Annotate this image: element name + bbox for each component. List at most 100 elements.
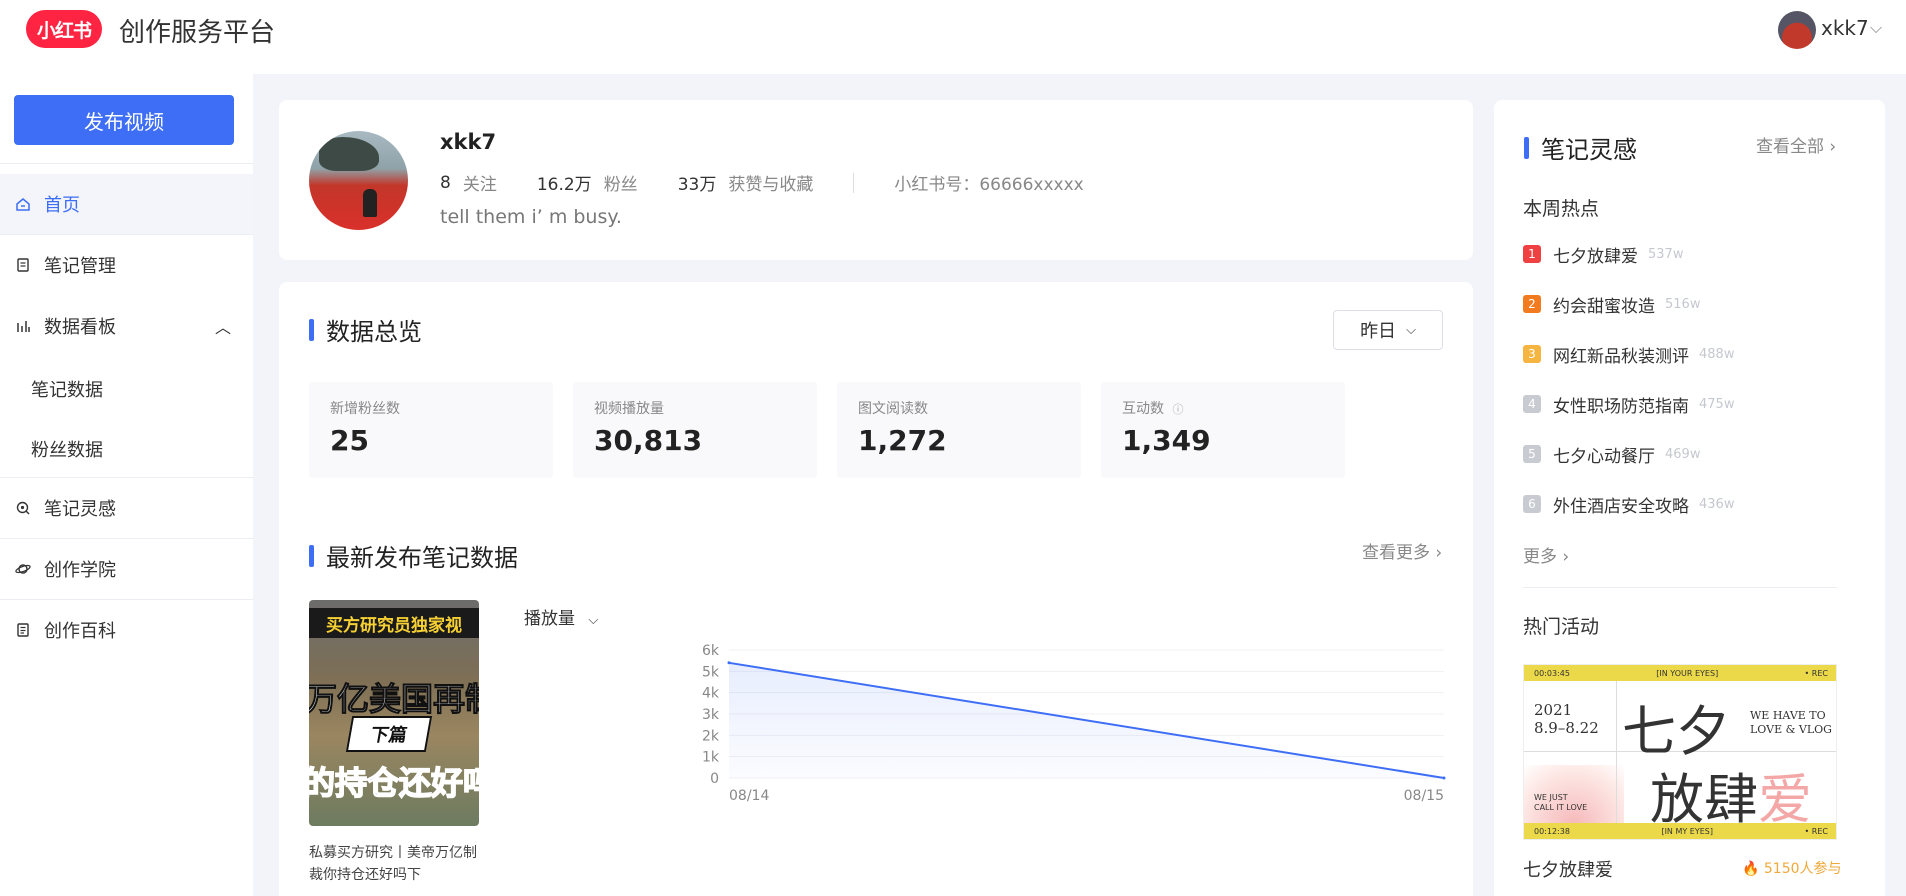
home-icon (14, 195, 32, 213)
sidebar-item-label: 创作百科 (44, 621, 116, 642)
banner-text: 00:12:38 (1534, 826, 1570, 836)
banner-date: 2021 8.9–8.22 (1534, 701, 1599, 737)
chart-data-point[interactable] (727, 661, 731, 665)
hot-rank-badge: 6 (1523, 495, 1541, 513)
sidebar-subitem-fans-data[interactable]: 粉丝数据 (31, 436, 103, 462)
event-name[interactable]: 七夕放肆爱 (1523, 856, 1613, 882)
platform-title: 创作服务平台 (119, 18, 276, 48)
planet-icon (14, 560, 32, 578)
hot-rank-badge: 2 (1523, 295, 1541, 313)
title-accent-bar (309, 544, 314, 567)
profile-name: xkk7 (440, 130, 497, 154)
hot-topic-count: 469w (1665, 446, 1701, 462)
metric-value: 30,813 (594, 424, 703, 457)
metric-new-fans[interactable]: 新增粉丝数 25 (309, 382, 553, 478)
section-title-overview: 数据总览 (309, 312, 422, 347)
chevron-down-icon[interactable]: ⌵ (1870, 18, 1882, 38)
date-range-value: 昨日 (1360, 321, 1397, 342)
hot-topic-item[interactable]: 4 女性职场防范指南 475w (1523, 392, 1734, 417)
publish-video-button[interactable]: 发布视频 (14, 95, 234, 145)
hot-topic-item[interactable]: 5 七夕心动餐厅 469w (1523, 442, 1701, 467)
section-title-text: 笔记灵感 (1541, 136, 1637, 164)
hot-topic-count: 436w (1699, 496, 1735, 512)
hot-events-title: 热门活动 (1523, 616, 1600, 638)
hot-topic-item[interactable]: 3 网红新品秋装测评 488w (1523, 342, 1735, 367)
banner-text: • REC (1804, 826, 1828, 836)
banner-text: WE HAVE TO (1750, 709, 1826, 722)
metric-label-text: 互动数 (1122, 401, 1164, 417)
banner-text: 00:03:45 (1534, 668, 1570, 678)
metric-value: 25 (330, 424, 369, 457)
note-thumbnail[interactable]: 买方研究员独家视 万亿美国再制 下篇 的持仓还好吗 (309, 600, 479, 826)
y-tick-label: 5k (702, 664, 720, 680)
banner-text: 爱 (1758, 768, 1812, 831)
section-title-text: 数据总览 (326, 318, 422, 346)
section-title-text: 最新发布笔记数据 (326, 544, 518, 572)
metric-interactions[interactable]: 互动数 ⓘ 1,349 (1101, 382, 1345, 478)
view-more-link[interactable]: 查看更多 › (1362, 538, 1442, 563)
data-overview-card: 数据总览 昨日 ⌵ 新增粉丝数 25 视频播放量 30,813 图文阅读数 1,… (279, 282, 1473, 896)
metric-label: 互动数 ⓘ (1122, 398, 1183, 418)
sidebar-item-academy[interactable]: 创作学院 (0, 539, 253, 599)
y-tick-label: 6k (702, 643, 720, 659)
user-avatar[interactable] (1778, 11, 1816, 49)
metric-value: 1,349 (1122, 424, 1211, 457)
metric-video-plays[interactable]: 视频播放量 30,813 (573, 382, 817, 478)
y-tick-label: 2k (702, 728, 720, 744)
hot-more-link[interactable]: 更多 › (1523, 542, 1569, 567)
x-tick-label: 08/15 (1404, 788, 1444, 802)
book-icon (14, 621, 32, 639)
banner-small-text: WE JUST CALL IT LOVE (1534, 793, 1587, 813)
y-tick-label: 1k (702, 750, 720, 766)
user-name[interactable]: xkk7 (1821, 16, 1869, 40)
view-all-link[interactable]: 查看全部 › (1756, 132, 1836, 157)
section-title-inspiration: 笔记灵感 (1524, 130, 1637, 165)
banner-text: 放肆 (1650, 768, 1758, 831)
following-label[interactable]: 关注 (463, 170, 497, 195)
hot-topic-title: 七夕心动餐厅 (1553, 446, 1655, 467)
event-participants: 🔥 5150人参与 (1742, 861, 1842, 877)
profile-stats: 8 关注 16.2万 粉丝 33万 获赞与收藏 小红书号：66666xxxxx (440, 170, 1124, 195)
sidebar-item-label: 笔记管理 (44, 256, 116, 277)
sidebar-item-notes[interactable]: 笔记管理 (0, 235, 253, 295)
y-tick-label: 0 (710, 771, 719, 787)
thumb-bottom-text: 的持仓还好吗 (309, 763, 479, 803)
sidebar-item-label: 数据看板 (44, 317, 116, 338)
sidebar-item-encyclopedia[interactable]: 创作百科 (0, 600, 253, 660)
date-range-select[interactable]: 昨日 ⌵ (1333, 310, 1443, 350)
y-tick-label: 3k (702, 707, 720, 723)
fans-label[interactable]: 粉丝 (604, 170, 638, 195)
profile-avatar[interactable] (309, 131, 408, 230)
hot-topic-item[interactable]: 2 约会甜蜜妆造 516w (1523, 292, 1701, 317)
event-banner[interactable]: 00:03:45 [IN YOUR EYES] • REC 2021 8.9–8… (1523, 664, 1837, 840)
sidebar-item-inspiration[interactable]: 笔记灵感 (0, 478, 253, 538)
banner-text: [IN YOUR EYES] (1656, 668, 1719, 678)
likes-count: 33万 (677, 175, 717, 195)
hot-topic-count: 516w (1665, 296, 1701, 312)
xiaohongshu-logo[interactable]: 小红书 (26, 10, 102, 48)
sidebar-item-label: 首页 (44, 195, 80, 216)
note-caption[interactable]: 私募买方研究丨美帝万亿制裁你持仓还好吗下 (309, 842, 489, 886)
hot-topic-count: 537w (1648, 246, 1684, 262)
hot-topic-item[interactable]: 6 外住酒店安全攻略 436w (1523, 492, 1735, 517)
banner-dates: 8.9–8.22 (1534, 719, 1599, 737)
chart-metric-value: 播放量 (524, 609, 575, 629)
sidebar-item-dashboard[interactable]: 数据看板 ︿ (0, 296, 253, 356)
note-icon (14, 256, 32, 274)
sidebar-subitem-note-data[interactable]: 笔记数据 (31, 376, 103, 402)
banner-text: CALL IT LOVE (1534, 803, 1588, 812)
sidebar-item-home[interactable]: 首页 (0, 174, 253, 234)
metric-post-reads[interactable]: 图文阅读数 1,272 (837, 382, 1081, 478)
metric-label: 图文阅读数 (858, 401, 928, 417)
hot-topic-item[interactable]: 1 七夕放肆爱 537w (1523, 242, 1684, 267)
hot-topic-count: 488w (1699, 346, 1735, 362)
chart-data-point[interactable] (1442, 776, 1446, 780)
sidebar: 发布视频 首页 笔记管理 数据看板 ︿ 笔记数据 粉丝数据 笔记灵感 创作学院 (0, 74, 253, 896)
thumb-badge: 下篇 (345, 716, 433, 752)
likes-label: 获赞与收藏 (728, 175, 814, 195)
line-chart: 0 1k 2k 3k 4k 5k 6k 08/14 08/15 (702, 643, 1446, 802)
metric-value: 1,272 (858, 424, 947, 457)
chart-metric-select[interactable]: 播放量 ⌵ (524, 604, 598, 629)
info-icon[interactable]: ⓘ (1172, 403, 1183, 416)
chevron-up-icon[interactable]: ︿ (215, 314, 231, 338)
